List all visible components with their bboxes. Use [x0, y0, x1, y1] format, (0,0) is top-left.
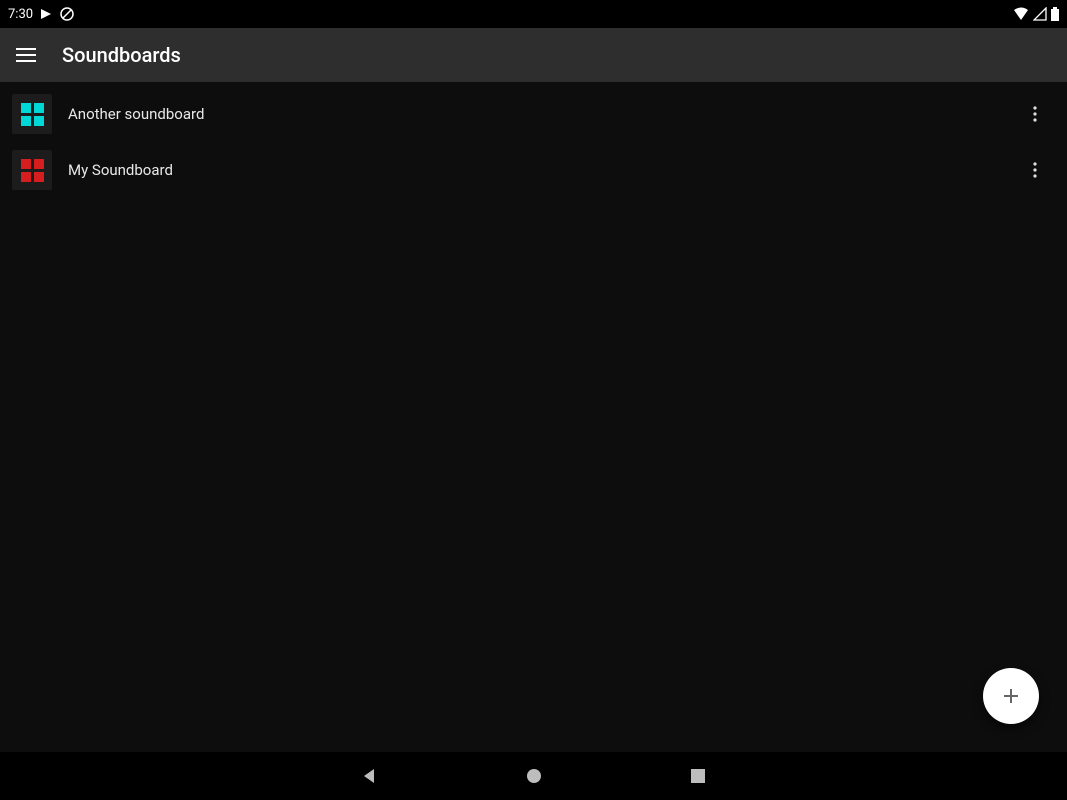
- list-item[interactable]: Another soundboard: [0, 86, 1067, 142]
- more-vert-icon: [1033, 162, 1037, 178]
- list-item[interactable]: My Soundboard: [0, 142, 1067, 198]
- play-icon: [41, 9, 51, 19]
- wifi-icon: [1013, 7, 1029, 21]
- system-nav-bar: [0, 752, 1067, 800]
- app-bar: Soundboards: [0, 28, 1067, 82]
- more-options-button[interactable]: [1015, 94, 1055, 134]
- page-title: Soundboards: [62, 43, 181, 67]
- circle-home-icon: [526, 768, 542, 784]
- soundboard-list: Another soundboard My Soundboard: [0, 82, 1067, 752]
- add-soundboard-fab[interactable]: [983, 668, 1039, 724]
- signal-icon: [1033, 7, 1047, 21]
- more-vert-icon: [1033, 106, 1037, 122]
- square-recents-icon: [691, 769, 705, 783]
- triangle-back-icon: [362, 768, 378, 784]
- more-options-button[interactable]: [1015, 150, 1055, 190]
- soundboard-grid-icon: [12, 150, 52, 190]
- nav-back-button[interactable]: [358, 764, 382, 788]
- list-item-label: Another soundboard: [68, 105, 999, 123]
- nav-recents-button[interactable]: [686, 764, 710, 788]
- nav-home-button[interactable]: [522, 764, 546, 788]
- status-bar: 7:30: [0, 0, 1067, 28]
- no-sign-icon: [59, 6, 75, 22]
- menu-button[interactable]: [14, 43, 38, 67]
- status-time: 7:30: [8, 7, 33, 22]
- battery-icon: [1051, 7, 1059, 21]
- soundboard-grid-icon: [12, 94, 52, 134]
- hamburger-icon: [16, 48, 36, 62]
- list-item-label: My Soundboard: [68, 161, 999, 179]
- plus-icon: [1001, 686, 1021, 706]
